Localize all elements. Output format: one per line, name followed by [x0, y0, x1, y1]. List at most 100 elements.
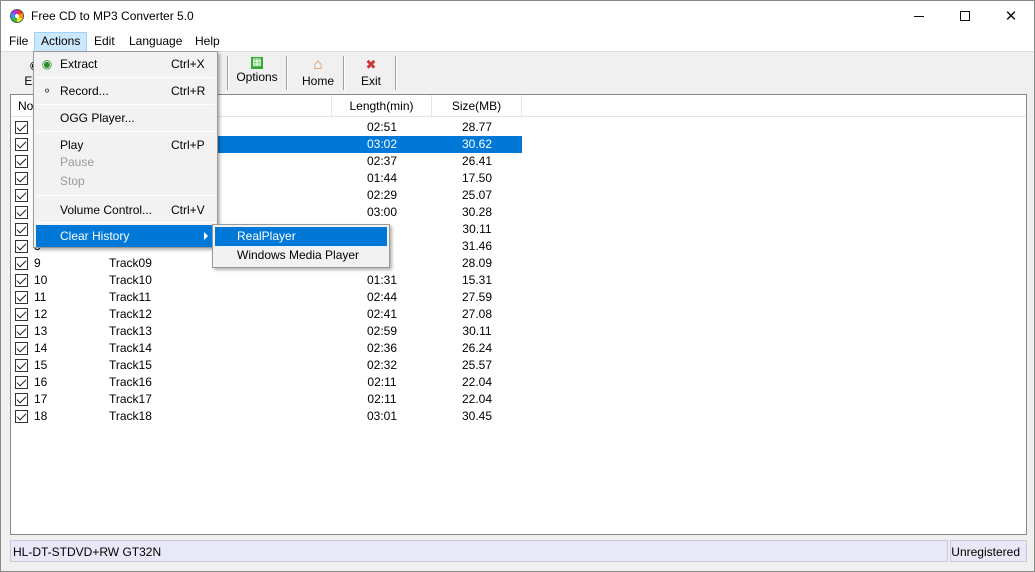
track-title: Track14 [109, 341, 152, 355]
submenu-item-windows-media-player[interactable]: Windows Media Player [215, 246, 387, 265]
track-size: 15.31 [461, 273, 493, 287]
track-checkbox[interactable] [15, 274, 28, 287]
column-header-length[interactable]: Length(min) [332, 95, 432, 117]
track-checkbox[interactable] [15, 172, 28, 185]
minimize-button[interactable] [896, 1, 942, 32]
menu-language[interactable]: Language [123, 32, 188, 52]
track-size: 26.24 [461, 341, 493, 355]
track-number: 10 [34, 273, 48, 287]
home-icon: ⌂ [313, 56, 323, 73]
track-length: 03:01 [366, 409, 398, 423]
track-number: 11 [34, 290, 47, 304]
track-length: 03:02 [366, 137, 398, 151]
menu-edit[interactable]: Edit [88, 32, 121, 52]
track-length: 02:11 [367, 392, 397, 406]
track-checkbox[interactable] [15, 121, 28, 134]
track-length: 02:44 [366, 290, 398, 304]
options-toolbar-label: Options [236, 70, 278, 84]
table-row[interactable]: 9 Track09 28.09 [11, 255, 1026, 272]
menu-actions[interactable]: Actions [34, 32, 88, 52]
column-header-size[interactable]: Size(MB) [432, 95, 522, 117]
toolbar-separator [343, 56, 345, 90]
menu-help[interactable]: Help [189, 32, 226, 52]
track-checkbox[interactable] [15, 240, 28, 253]
track-size: 30.11 [462, 324, 492, 338]
track-checkbox[interactable] [15, 138, 28, 151]
menu-item-extract[interactable]: ◉ Extract Ctrl+X [36, 53, 215, 75]
track-checkbox[interactable] [15, 223, 28, 236]
track-length: 02:11 [367, 375, 397, 389]
track-size: 27.59 [461, 290, 493, 304]
maximize-button[interactable] [942, 1, 988, 32]
track-size: 31.46 [461, 239, 493, 253]
track-length: 02:59 [366, 324, 398, 338]
table-row[interactable]: 11 Track11 02:44 27.59 [11, 289, 1026, 306]
table-row[interactable]: 12 Track12 02:41 27.08 [11, 306, 1026, 323]
table-row[interactable]: 13 Track13 02:59 30.11 [11, 323, 1026, 340]
track-checkbox[interactable] [15, 325, 28, 338]
menu-item-volume-control[interactable]: Volume Control... Ctrl+V [36, 199, 215, 221]
track-length: 02:29 [366, 188, 398, 202]
track-size: 30.11 [462, 222, 492, 236]
menu-file[interactable]: File [3, 32, 34, 52]
track-title: Track11 [109, 290, 152, 304]
track-size: 30.45 [461, 409, 493, 423]
close-button[interactable]: ✕ [988, 1, 1034, 32]
track-size: 27.08 [461, 307, 493, 321]
table-row[interactable]: 17 Track17 02:11 22.04 [11, 391, 1026, 408]
submenu-item-realplayer[interactable]: RealPlayer [215, 227, 387, 246]
microphone-icon: ⚬ [41, 84, 53, 98]
track-title: Track18 [109, 409, 152, 423]
track-checkbox[interactable] [15, 189, 28, 202]
track-checkbox[interactable] [15, 393, 28, 406]
track-checkbox[interactable] [15, 359, 28, 372]
track-length: 01:44 [366, 171, 398, 185]
title-bar: Free CD to MP3 Converter 5.0 ✕ [1, 1, 1034, 32]
track-number: 9 [34, 256, 41, 270]
table-row[interactable]: 18 Track18 03:01 30.45 [11, 408, 1026, 425]
table-row[interactable]: 16 Track16 02:11 22.04 [11, 374, 1026, 391]
track-checkbox[interactable] [15, 308, 28, 321]
track-number: 14 [34, 341, 48, 355]
track-number: 12 [34, 307, 48, 321]
track-checkbox[interactable] [15, 206, 28, 219]
track-title: Track09 [109, 256, 152, 270]
menu-separator [36, 195, 215, 196]
track-length: 02:41 [366, 307, 398, 321]
track-title: Track13 [109, 324, 152, 338]
track-checkbox[interactable] [15, 342, 28, 355]
menu-item-ogg-player[interactable]: OGG Player... [36, 107, 215, 129]
track-size: 22.04 [461, 375, 493, 389]
menu-separator [36, 77, 215, 78]
track-title: Track17 [109, 392, 152, 406]
track-length: 02:37 [366, 154, 398, 168]
track-checkbox[interactable] [15, 291, 28, 304]
track-length: 03:00 [366, 205, 398, 219]
track-length: 01:31 [366, 273, 398, 287]
track-checkbox[interactable] [15, 410, 28, 423]
window-title: Free CD to MP3 Converter 5.0 [31, 9, 194, 23]
table-row[interactable]: 15 Track15 02:32 25.57 [11, 357, 1026, 374]
submenu-arrow-icon [204, 232, 208, 240]
table-row[interactable]: 14 Track14 02:36 26.24 [11, 340, 1026, 357]
track-length: 02:36 [366, 341, 398, 355]
options-toolbar-button[interactable]: ▦ Options [232, 55, 282, 91]
status-bar: HL-DT-STDVD+RW GT32N Unregistered [1, 540, 1034, 564]
table-row[interactable]: 10 Track10 01:31 15.31 [11, 272, 1026, 289]
track-checkbox[interactable] [15, 155, 28, 168]
track-size: 30.62 [461, 137, 493, 151]
exit-icon: ✖ [365, 57, 377, 72]
menu-item-record[interactable]: ⚬ Record... Ctrl+R [36, 80, 215, 102]
track-checkbox[interactable] [15, 376, 28, 389]
track-checkbox[interactable] [15, 257, 28, 270]
menu-separator [36, 222, 215, 223]
exit-toolbar-button[interactable]: ✖ Exit [349, 55, 393, 91]
home-toolbar-button[interactable]: ⌂ Home [293, 55, 343, 91]
clear-history-submenu: RealPlayer Windows Media Player [212, 224, 390, 268]
track-number: 16 [34, 375, 48, 389]
toolbar-separator [286, 56, 288, 90]
track-size: 30.28 [461, 205, 493, 219]
menu-item-clear-history[interactable]: Clear History [36, 225, 215, 247]
menu-bar: File Actions Edit Language Help [1, 32, 1034, 52]
menu-separator [36, 131, 215, 132]
